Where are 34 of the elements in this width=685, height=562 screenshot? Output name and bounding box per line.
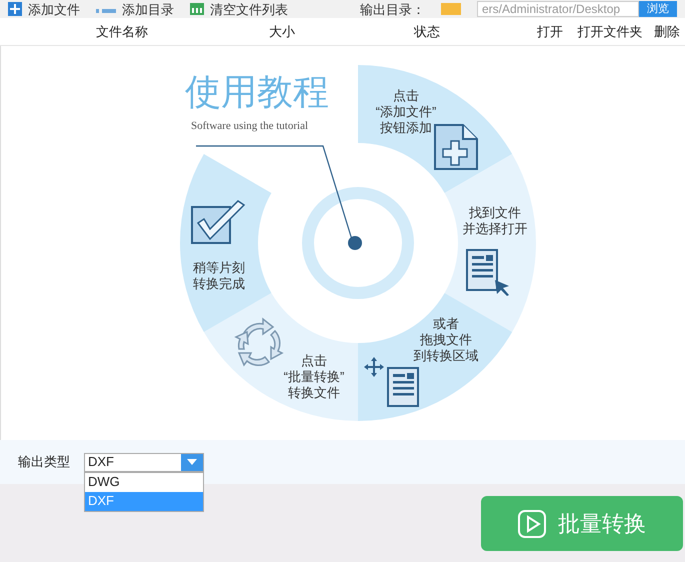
document-plus-icon [433,123,479,171]
column-header: 打开文件夹 [576,22,644,41]
play-icon [518,510,546,538]
step-text: 或者 [433,316,459,332]
step-text: 找到文件 [469,205,521,221]
step-text: 拖拽文件 [420,332,472,348]
column-header: 删除 [653,22,681,41]
step-text: 转换文件 [288,385,340,401]
toolbar-button[interactable]: 清空文件列表 [190,2,288,16]
column-header: 大小 [268,22,296,41]
step-text: 稍等片刻 [193,260,245,276]
step-text: 转换完成 [193,276,245,292]
column-header: 文件名称 [95,22,149,41]
step-text: 点击 [301,353,327,369]
toolbar-button[interactable]: 添加目录 [96,2,174,16]
tutorial-subtitle: Software using the tutorial [191,119,308,134]
list-icon [190,3,204,15]
step-text: 到转换区域 [414,348,478,364]
center-dot [348,236,362,250]
step-text: “添加文件” [376,104,436,120]
column-header: 打开 [536,22,564,41]
step-text: 按钮添加 [380,120,432,136]
step-text: “批量转换” [284,369,344,385]
step-text: 点击 [393,88,419,104]
column-header: 状态 [412,22,441,41]
output-type-dropdown[interactable]: DXF [84,452,204,472]
toolbar-button[interactable]: 添加文件 [8,2,80,16]
output-type-label: 输出类型 [18,453,70,472]
plus-icon [8,2,22,16]
step-text: 并选择打开 [462,221,528,237]
tutorial-title: 使用教程 [185,70,329,114]
output-directory-label: 输出目录： [360,2,425,16]
checkbox-check-icon [190,197,248,245]
circular-arrows-icon [233,317,285,369]
